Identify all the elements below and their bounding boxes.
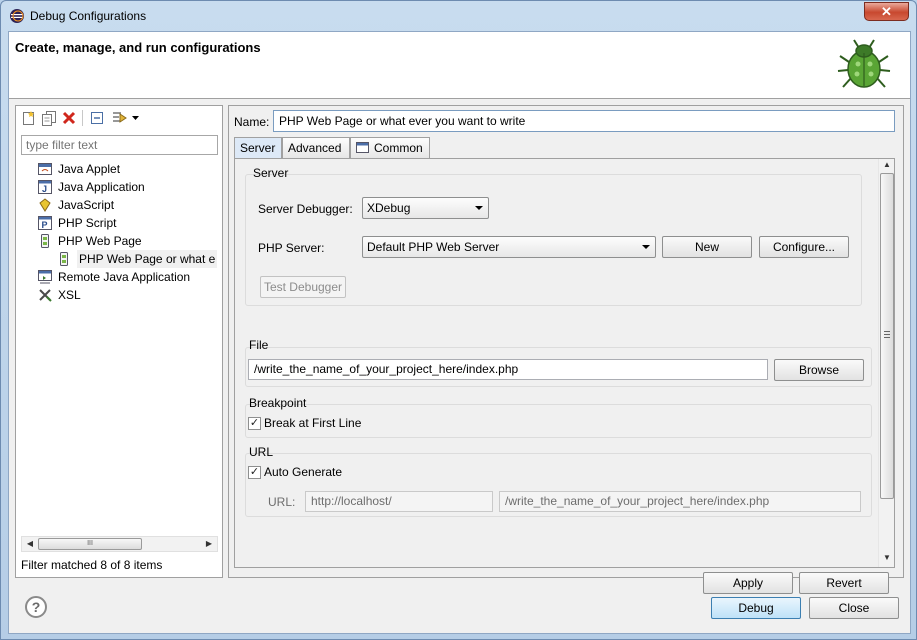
java-applet-icon bbox=[38, 163, 52, 175]
tree-item-label: PHP Web Page or what e bbox=[77, 250, 218, 268]
xsl-icon bbox=[39, 289, 52, 302]
server-debugger-value: XDebug bbox=[367, 201, 411, 215]
server-group-title: Server bbox=[253, 166, 289, 180]
url-base-input[interactable]: http://localhost/ bbox=[305, 491, 493, 512]
filter-config-icon[interactable] bbox=[112, 110, 128, 126]
common-tab-icon bbox=[356, 142, 369, 153]
auto-generate-checkbox[interactable]: ✓ bbox=[248, 466, 261, 479]
tab-advanced[interactable]: Advanced bbox=[282, 137, 350, 158]
close-button[interactable]: Close bbox=[809, 597, 899, 619]
apply-button[interactable]: Apply bbox=[703, 572, 793, 594]
window-close-button[interactable]: ✕ bbox=[864, 2, 909, 21]
scroll-up-icon[interactable]: ▲ bbox=[881, 160, 893, 172]
server-tab-content: Server Server Debugger: XDebug PHP Serve… bbox=[234, 158, 895, 568]
php-server-select[interactable]: Default PHP Web Server bbox=[362, 236, 656, 258]
header-title: Create, manage, and run configurations bbox=[15, 40, 261, 55]
delete-config-icon[interactable] bbox=[61, 110, 77, 126]
breakpoint-group-title: Breakpoint bbox=[249, 396, 307, 410]
title-bar[interactable]: Debug Configurations ✕ bbox=[1, 1, 916, 31]
break-first-line-checkbox[interactable]: ✓ bbox=[248, 417, 261, 430]
scroll-thumb[interactable] bbox=[880, 173, 894, 499]
test-debugger-button[interactable]: Test Debugger bbox=[260, 276, 346, 298]
new-config-icon[interactable] bbox=[21, 110, 37, 126]
debug-button[interactable]: Debug bbox=[711, 597, 801, 619]
config-toolbar bbox=[16, 106, 222, 132]
url-label: URL: bbox=[268, 495, 296, 509]
svg-text:J: J bbox=[42, 184, 47, 194]
filter-input[interactable] bbox=[21, 135, 218, 155]
collapse-all-icon[interactable] bbox=[89, 110, 105, 126]
dialog-header: Create, manage, and run configurations bbox=[9, 32, 910, 99]
break-first-line-label: Break at First Line bbox=[264, 416, 362, 430]
svg-text:P: P bbox=[42, 220, 48, 230]
tree-item-label: PHP Web Page bbox=[58, 234, 142, 248]
revert-button[interactable]: Revert bbox=[799, 572, 889, 594]
configuration-editor: Name: PHP Web Page or what ever you want… bbox=[228, 105, 904, 594]
configure-server-button[interactable]: Configure... bbox=[759, 236, 849, 258]
url-path-input[interactable]: /write_the_name_of_your_project_here/ind… bbox=[499, 491, 861, 512]
remote-java-icon bbox=[38, 270, 52, 284]
tree-item-label: Java Applet bbox=[58, 162, 121, 176]
tab-label: Common bbox=[374, 141, 423, 155]
tree-item-label: Java Application bbox=[58, 180, 145, 194]
tab-server[interactable]: Server bbox=[234, 137, 282, 159]
auto-generate-label: Auto Generate bbox=[264, 465, 343, 479]
scroll-down-icon[interactable]: ▼ bbox=[881, 553, 893, 565]
toolbar-separator bbox=[82, 110, 83, 126]
dialog-body: Create, manage, and run configurations t… bbox=[8, 31, 911, 634]
duplicate-config-icon[interactable] bbox=[41, 110, 57, 126]
server-debugger-select[interactable]: XDebug bbox=[362, 197, 489, 219]
tab-label: Server bbox=[240, 141, 276, 155]
configuration-list-panel: Java Applet J Java Application JavaScrip… bbox=[15, 105, 223, 578]
chevron-down-icon bbox=[642, 245, 650, 249]
view-menu-icon[interactable] bbox=[131, 110, 141, 126]
php-web-page-icon bbox=[41, 234, 49, 248]
eclipse-icon bbox=[10, 9, 24, 23]
window-title: Debug Configurations bbox=[30, 9, 147, 23]
php-script-icon: P bbox=[38, 216, 52, 230]
tree-horizontal-scrollbar[interactable]: ◀ III ▶ bbox=[21, 536, 218, 552]
java-application-icon: J bbox=[38, 180, 52, 194]
php-server-value: Default PHP Web Server bbox=[367, 240, 500, 254]
tree-item-label: JavaScript bbox=[58, 198, 115, 212]
browse-button[interactable]: Browse bbox=[774, 359, 864, 381]
tree-item-label: XSL bbox=[58, 288, 81, 302]
grip-icon bbox=[884, 331, 890, 338]
tab-common[interactable]: Common bbox=[350, 137, 430, 158]
debug-configurations-window: Debug Configurations ✕ Create, manage, a… bbox=[0, 0, 917, 640]
help-icon[interactable]: ? bbox=[25, 596, 47, 618]
file-group-title: File bbox=[249, 338, 269, 352]
bug-icon bbox=[837, 39, 891, 88]
tab-vertical-scrollbar[interactable]: ▲ ▼ bbox=[878, 159, 894, 567]
chevron-down-icon bbox=[475, 206, 483, 210]
tree-item-label: Remote Java Application bbox=[58, 270, 191, 284]
new-server-button[interactable]: New bbox=[662, 236, 752, 258]
url-group-title: URL bbox=[249, 445, 274, 459]
file-path-input[interactable]: /write_the_name_of_your_project_here/ind… bbox=[248, 359, 768, 380]
php-web-page-config-icon bbox=[60, 252, 68, 266]
name-label: Name: bbox=[234, 115, 270, 129]
scroll-thumb[interactable]: III bbox=[38, 538, 142, 550]
filter-status: Filter matched 8 of 8 items bbox=[21, 558, 163, 572]
php-server-label: PHP Server: bbox=[258, 241, 325, 255]
tab-label: Advanced bbox=[288, 141, 342, 155]
server-debugger-label: Server Debugger: bbox=[258, 202, 353, 216]
javascript-icon bbox=[39, 198, 51, 212]
scroll-right-icon[interactable]: ▶ bbox=[202, 538, 216, 550]
name-input[interactable]: PHP Web Page or what ever you want to wr… bbox=[273, 110, 895, 132]
tree-item-label: PHP Script bbox=[58, 216, 117, 230]
scroll-left-icon[interactable]: ◀ bbox=[23, 538, 37, 550]
